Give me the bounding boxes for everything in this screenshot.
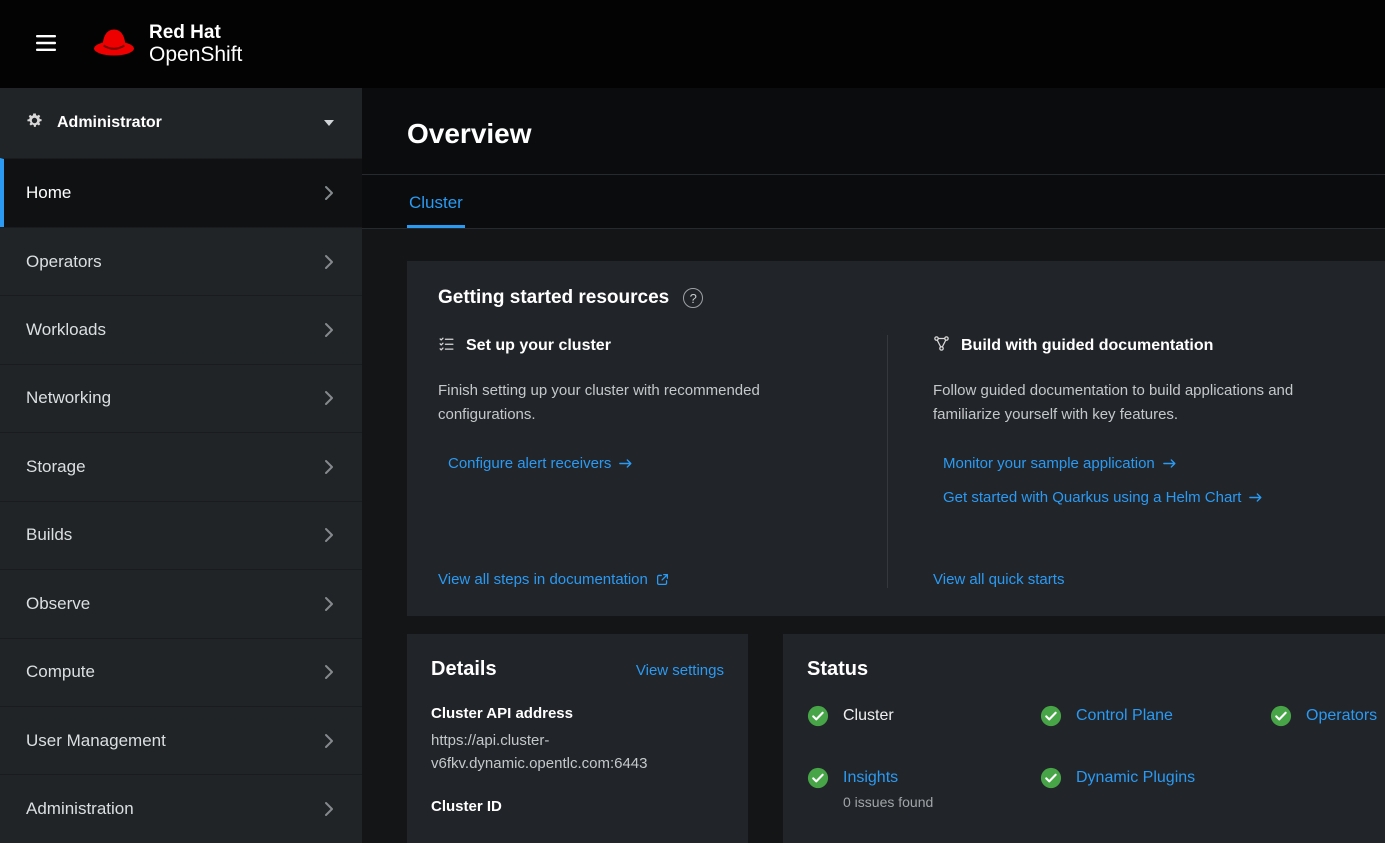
check-circle-icon: [807, 705, 829, 727]
gear-icon: [26, 112, 43, 134]
guided-documentation-section: Build with guided documentation Follow g…: [887, 335, 1354, 588]
insights-issues-count: 0 issues found: [843, 794, 933, 810]
chevron-right-icon: [324, 254, 334, 270]
configure-alert-receivers-link[interactable]: Configure alert receivers: [448, 455, 847, 472]
chevron-right-icon: [324, 322, 334, 338]
logo-product-text: OpenShift: [149, 43, 242, 67]
dynamic-plugins-link[interactable]: Dynamic Plugins: [1076, 769, 1195, 786]
sidebar-item-label: Operators: [26, 252, 102, 272]
quarkus-helm-chart-link[interactable]: Get started with Quarkus using a Helm Ch…: [943, 489, 1354, 506]
checklist-icon: [438, 335, 455, 357]
arrow-right-icon: [619, 458, 633, 469]
cluster-api-address-label: Cluster API address: [431, 705, 724, 722]
chevron-right-icon: [324, 596, 334, 612]
sidebar-item-observe[interactable]: Observe: [0, 569, 362, 637]
chevron-right-icon: [324, 527, 334, 543]
check-circle-icon: [1270, 705, 1292, 727]
caret-down-icon: [324, 120, 334, 126]
getting-started-title: Getting started resources: [438, 287, 669, 309]
sidebar-item-label: Networking: [26, 388, 111, 408]
getting-started-card: Getting started resources ? Set up your …: [407, 261, 1385, 616]
sidebar-item-user-management[interactable]: User Management: [0, 706, 362, 774]
sidebar-item-label: Workloads: [26, 320, 106, 340]
logo-text: Red Hat OpenShift: [149, 22, 242, 67]
guided-docs-icon: [933, 335, 950, 357]
main-content: Overview Cluster Getting started resourc…: [362, 88, 1385, 843]
perspective-switcher[interactable]: Administrator: [0, 88, 362, 158]
masthead: Red Hat OpenShift: [0, 0, 1385, 88]
chevron-right-icon: [324, 664, 334, 680]
cluster-id-label: Cluster ID: [431, 798, 724, 815]
tab-bar: Cluster: [362, 175, 1385, 229]
cluster-api-address-value: https://api.cluster-v6fkv.dynamic.opentl…: [431, 729, 724, 776]
setup-cluster-section: Set up your cluster Finish setting up yo…: [438, 335, 887, 588]
operators-link[interactable]: Operators: [1306, 707, 1377, 724]
view-documentation-link[interactable]: View all steps in documentation: [438, 571, 847, 588]
sidebar-item-networking[interactable]: Networking: [0, 364, 362, 432]
status-item-dynamic-plugins: Dynamic Plugins: [1040, 767, 1270, 810]
perspective-label: Administrator: [57, 114, 162, 132]
insights-link[interactable]: Insights: [843, 769, 898, 786]
setup-cluster-heading: Set up your cluster: [466, 337, 611, 355]
sidebar-item-operators[interactable]: Operators: [0, 227, 362, 295]
setup-cluster-description: Finish setting up your cluster with reco…: [438, 379, 823, 427]
sidebar-item-compute[interactable]: Compute: [0, 638, 362, 706]
help-icon[interactable]: ?: [683, 288, 703, 308]
status-item-cluster: Cluster: [807, 705, 1040, 727]
sidebar-item-label: Storage: [26, 457, 86, 477]
sidebar-item-label: Compute: [26, 662, 95, 682]
sidebar-item-builds[interactable]: Builds: [0, 501, 362, 569]
check-circle-icon: [1040, 705, 1062, 727]
sidebar: Administrator Home Operators Workloads N…: [0, 88, 362, 843]
sidebar-item-label: Administration: [26, 799, 134, 819]
status-card: Status V Cluster Control Plane: [783, 634, 1385, 843]
sidebar-item-label: Home: [26, 183, 71, 203]
check-circle-icon: [807, 767, 829, 789]
sidebar-item-workloads[interactable]: Workloads: [0, 295, 362, 363]
chevron-right-icon: [324, 733, 334, 749]
page-title: Overview: [407, 118, 1340, 150]
view-settings-link[interactable]: View settings: [636, 662, 724, 679]
external-link-icon: [656, 573, 669, 586]
status-title: Status: [807, 658, 868, 681]
view-quick-starts-link[interactable]: View all quick starts: [933, 571, 1354, 588]
chevron-right-icon: [324, 801, 334, 817]
content-area: Getting started resources ? Set up your …: [362, 229, 1385, 843]
redhat-logo-icon: [92, 25, 136, 63]
check-circle-icon: [1040, 767, 1062, 789]
details-card: Details View settings Cluster API addres…: [407, 634, 748, 843]
chevron-right-icon: [324, 390, 334, 406]
chevron-right-icon: [324, 185, 334, 201]
arrow-right-icon: [1163, 458, 1177, 469]
details-title: Details: [431, 658, 497, 681]
sidebar-item-administration[interactable]: Administration: [0, 774, 362, 842]
tab-label: Cluster: [409, 193, 463, 213]
arrow-right-icon: [1249, 492, 1263, 503]
status-item-operators: Operators: [1270, 705, 1377, 727]
status-cluster-label: Cluster: [843, 707, 894, 724]
sidebar-item-storage[interactable]: Storage: [0, 432, 362, 500]
control-plane-link[interactable]: Control Plane: [1076, 707, 1173, 724]
sidebar-item-home[interactable]: Home: [0, 158, 362, 226]
guided-docs-heading: Build with guided documentation: [961, 337, 1213, 355]
sidebar-item-label: User Management: [26, 731, 166, 751]
monitor-sample-app-link[interactable]: Monitor your sample application: [943, 455, 1354, 472]
chevron-right-icon: [324, 459, 334, 475]
openshift-logo: Red Hat OpenShift: [92, 22, 242, 67]
status-item-control-plane: Control Plane: [1040, 705, 1270, 727]
status-item-insights: Insights 0 issues found: [807, 767, 1040, 810]
sidebar-item-label: Observe: [26, 594, 90, 614]
hamburger-icon: [36, 35, 56, 54]
tab-cluster[interactable]: Cluster: [407, 179, 465, 228]
page-header: Overview Cluster: [362, 88, 1385, 229]
guided-docs-description: Follow guided documentation to build app…: [933, 379, 1318, 427]
menu-toggle-button[interactable]: [26, 25, 66, 64]
logo-brand-text: Red Hat: [149, 22, 242, 43]
sidebar-item-label: Builds: [26, 525, 72, 545]
